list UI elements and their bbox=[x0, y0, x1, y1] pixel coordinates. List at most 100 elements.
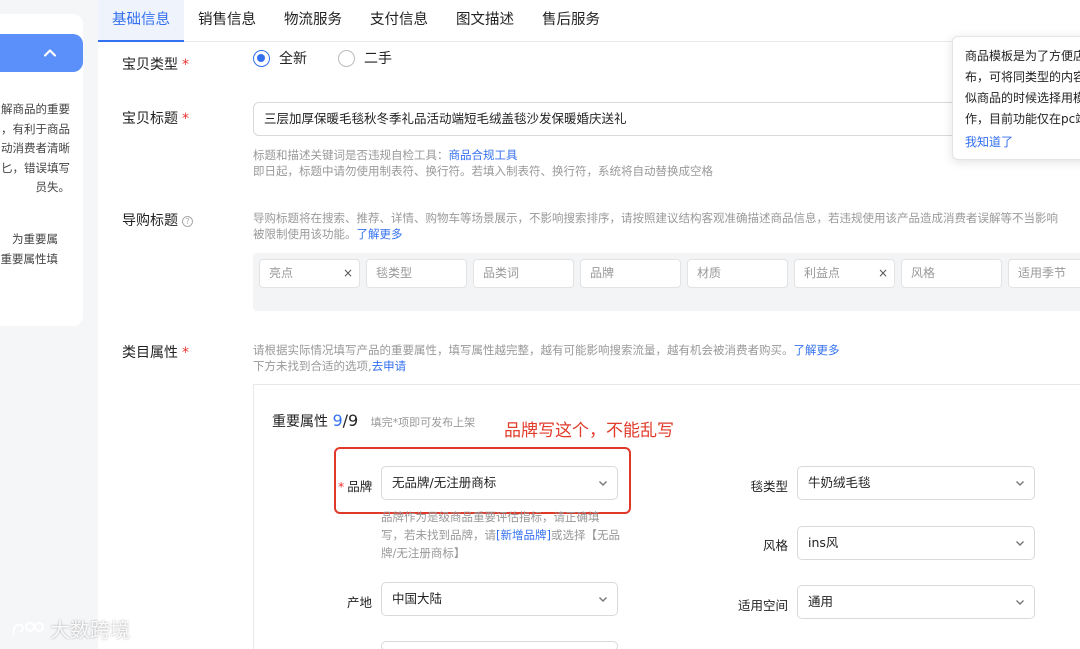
help-icon[interactable]: ? bbox=[182, 215, 193, 227]
close-icon[interactable]: × bbox=[343, 260, 353, 287]
brand-hint: 品牌作为是级商品重要评估指标，请正确填写，若未找到品牌，请[新增品牌]或选择【无… bbox=[381, 508, 621, 562]
origin-value: 中国大陆 bbox=[392, 591, 443, 606]
chip-blanket-type[interactable]: 毯类型 bbox=[366, 259, 467, 288]
space-select[interactable]: 通用 bbox=[797, 585, 1035, 619]
filled-count: 9 bbox=[332, 411, 343, 430]
chip-benefit[interactable]: 利益点 × bbox=[794, 259, 895, 288]
next-field-select[interactable] bbox=[381, 641, 618, 649]
origin-select[interactable]: 中国大陆 bbox=[381, 582, 618, 616]
required-mark: * bbox=[338, 479, 345, 494]
required-mark: * bbox=[182, 345, 189, 361]
learn-more-link[interactable]: 了解更多 bbox=[357, 227, 403, 241]
left-panel-text-2: 为重要属 重要属性填 bbox=[0, 230, 59, 269]
required-mark: * bbox=[182, 57, 189, 73]
radio-used[interactable]: 二手 bbox=[338, 48, 392, 68]
template-tooltip: 商品模板是为了方便店 布，可将同类型的内容 似商品的时候选择用模 作，目前功能仅… bbox=[952, 36, 1080, 160]
watermark-logo-icon bbox=[12, 621, 44, 635]
left-text-line: 为重要属 bbox=[12, 232, 58, 246]
annotation-text: 品牌写这个，不能乱写 bbox=[504, 421, 674, 441]
origin-label: 产地 bbox=[346, 595, 372, 610]
chevron-down-icon bbox=[1016, 481, 1024, 486]
space-label: 适用空间 bbox=[737, 598, 788, 613]
guide-title-label-text: 导购标题 bbox=[122, 213, 178, 229]
radio-checked-icon bbox=[253, 49, 270, 67]
total-count: /9 bbox=[342, 411, 359, 430]
chevron-down-icon bbox=[599, 481, 607, 486]
main-form: 基础信息 销售信息 物流服务 支付信息 图文描述 售后服务 宝贝类型 * 全新 二… bbox=[98, 0, 1080, 649]
chevron-down-icon bbox=[599, 597, 607, 602]
chip-text: 品类词 bbox=[483, 266, 520, 280]
hint-text: 请根据实际情况填写产品的重要属性，填写属性越完整，越有可能影响搜索流量，越有机会… bbox=[253, 343, 794, 357]
left-text-line: ，有利于商品 bbox=[1, 121, 70, 136]
category-attrs-hint-2: 下方未找到合适的选项,去申请 bbox=[253, 358, 406, 375]
item-type-label: 宝贝类型 * bbox=[122, 54, 189, 74]
category-attrs-hint: 请根据实际情况填写产品的重要属性，填写属性越完整，越有可能影响搜索流量，越有机会… bbox=[253, 342, 840, 359]
radio-unchecked-icon bbox=[338, 49, 355, 67]
chip-brand[interactable]: 品牌 bbox=[580, 259, 681, 288]
left-panel: 解商品的重要 ，有利于商品 动消费者清晰 匕，错误填写 员失。 为重要属 重要属… bbox=[0, 0, 98, 649]
learn-more-link[interactable]: 了解更多 bbox=[794, 343, 840, 357]
hint-text: 被限制使用该功能。 bbox=[253, 227, 357, 241]
hint-text: 下方未找到合适的选项, bbox=[253, 359, 372, 373]
brand-select[interactable]: 无品牌/无注册商标 bbox=[381, 466, 618, 500]
item-title-hint: 标题和描述关键词是否违规自检工具：商品合规工具 bbox=[253, 147, 518, 164]
blanket-type-select[interactable]: 牛奶绒毛毯 bbox=[797, 466, 1035, 500]
chip-text: 品牌 bbox=[590, 266, 615, 280]
chip-highlight[interactable]: 亮点 × bbox=[259, 259, 360, 288]
required-mark: * bbox=[182, 111, 189, 127]
left-text-line: 动消费者清晰 bbox=[1, 141, 70, 155]
section-title-text: 重要属性 bbox=[272, 414, 328, 430]
blanket-type-value: 牛奶绒毛毯 bbox=[808, 475, 871, 490]
chip-text: 利益点 bbox=[804, 266, 841, 280]
chip-text: 亮点 bbox=[269, 266, 294, 280]
chevron-up-icon bbox=[43, 49, 57, 57]
watermark: 大数跨境 bbox=[10, 614, 130, 643]
brand-value: 无品牌/无注册商标 bbox=[392, 475, 497, 490]
left-panel-text: 解商品的重要 ，有利于商品 动消费者清晰 匕，错误填写 员失。 bbox=[0, 100, 70, 198]
style-select[interactable]: ins风 bbox=[797, 526, 1035, 560]
tab-description[interactable]: 图文描述 bbox=[442, 0, 528, 42]
important-attrs-title: 重要属性 9/9 填完*项即可发布上架 bbox=[272, 411, 475, 431]
radio-new[interactable]: 全新 bbox=[253, 48, 307, 68]
tab-sales-info[interactable]: 销售信息 bbox=[184, 0, 270, 42]
chip-season[interactable]: 适用季节 bbox=[1008, 259, 1080, 288]
category-attrs-label: 类目属性 * bbox=[122, 342, 189, 362]
style-label: 风格 bbox=[762, 538, 788, 553]
tooltip-line: 布，可将同类型的内容 bbox=[965, 70, 1080, 84]
space-value: 通用 bbox=[808, 594, 834, 609]
left-text-line: 解商品的重要 bbox=[1, 102, 70, 116]
compliance-tool-link[interactable]: 商品合规工具 bbox=[449, 148, 518, 162]
tooltip-line: 商品模板是为了方便店 bbox=[965, 49, 1080, 63]
left-text-line: 匕，错误填写 bbox=[1, 160, 70, 175]
apply-link[interactable]: 去申请 bbox=[372, 359, 407, 373]
chip-text: 风格 bbox=[911, 266, 936, 280]
chevron-down-icon bbox=[1016, 600, 1024, 605]
category-attrs-label-text: 类目属性 bbox=[122, 345, 178, 361]
got-it-link[interactable]: 我知道了 bbox=[965, 133, 1013, 150]
guide-title-hint-2: 被限制使用该功能。了解更多 bbox=[253, 226, 403, 243]
close-icon[interactable]: × bbox=[878, 260, 888, 287]
radio-new-label: 全新 bbox=[279, 51, 307, 67]
radio-used-label: 二手 bbox=[364, 51, 392, 67]
collapse-button[interactable] bbox=[0, 34, 83, 72]
chevron-down-icon bbox=[1016, 541, 1024, 546]
chip-style[interactable]: 风格 bbox=[901, 259, 1002, 288]
chip-category-word[interactable]: 品类词 bbox=[473, 259, 574, 288]
section-hint: 填完*项即可发布上架 bbox=[370, 416, 476, 429]
chip-material[interactable]: 材质 bbox=[687, 259, 788, 288]
add-brand-link[interactable]: [新增品牌] bbox=[496, 528, 551, 542]
tab-payment-info[interactable]: 支付信息 bbox=[356, 0, 442, 42]
tab-after-sales[interactable]: 售后服务 bbox=[528, 0, 614, 42]
tooltip-line: 作，目前功能仅在pc端 bbox=[965, 112, 1080, 126]
guide-title-chip-box: 亮点 × 毯类型 品类词 品牌 材质 利益点 × 风格 适用季节 bbox=[253, 253, 1080, 311]
hint-text: 标题和描述关键词是否违规自检工具： bbox=[253, 148, 449, 162]
chip-text: 适用季节 bbox=[1018, 266, 1067, 280]
style-value: ins风 bbox=[808, 535, 839, 550]
left-text-line: 重要属性填 bbox=[0, 251, 59, 266]
item-title-hint-2: 即日起，标题中请勿使用制表符、换行符。若填入制表符、换行符，系统将自动替换成空格 bbox=[253, 164, 713, 178]
left-text-line: 员失。 bbox=[35, 180, 71, 194]
tab-logistics[interactable]: 物流服务 bbox=[270, 0, 356, 42]
tab-basic-info[interactable]: 基础信息 bbox=[98, 0, 184, 42]
brand-label: * 品牌 bbox=[338, 476, 372, 495]
tab-bar: 基础信息 销售信息 物流服务 支付信息 图文描述 售后服务 bbox=[98, 0, 1080, 42]
